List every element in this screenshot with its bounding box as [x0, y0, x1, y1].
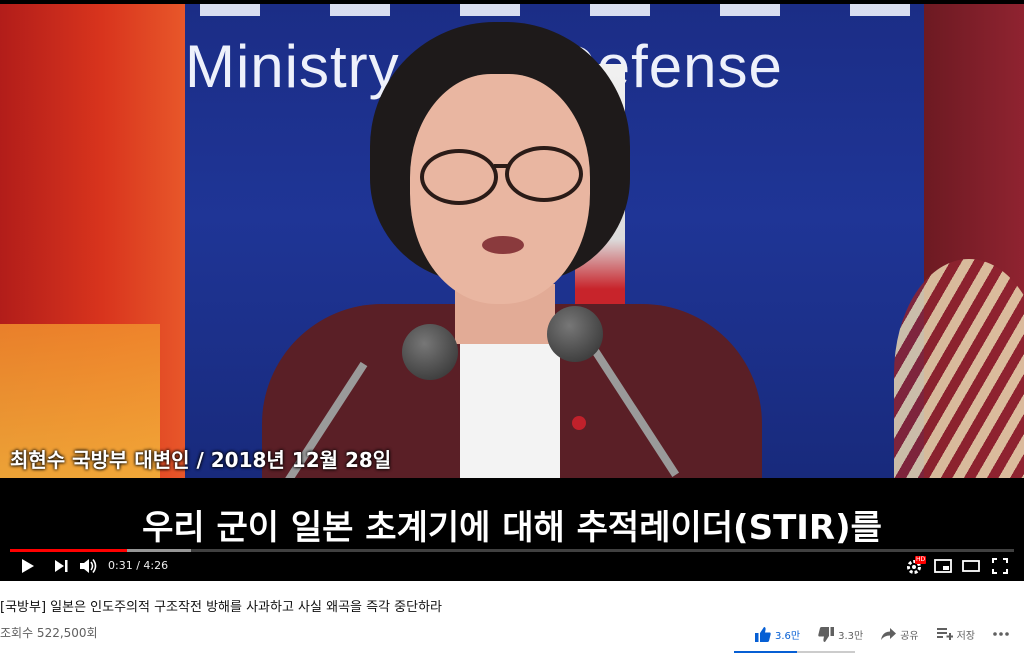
settings-button[interactable]: HD [905, 556, 927, 576]
video-title: [국방부] 일본은 인도주의적 구조작전 방해를 사과하고 사실 왜곡을 즉각 … [0, 600, 443, 615]
glasses-left-lens [420, 149, 498, 205]
right-flag-emblem [894, 259, 1024, 478]
dislike-button[interactable]: 3.3만 [809, 626, 872, 642]
view-count: 조회수 522,500회 [0, 626, 98, 640]
fullscreen-button[interactable] [990, 556, 1010, 576]
next-button[interactable] [52, 556, 70, 576]
time-display: 0:31 / 4:26 [108, 559, 169, 572]
miniplayer-icon [934, 559, 952, 573]
lapel-pin [572, 416, 586, 430]
playlist-add-icon [936, 628, 953, 640]
save-button[interactable]: 저장 [928, 627, 984, 642]
save-label: 저장 [956, 630, 975, 642]
speaker-caption: 최현수 국방부 대변인 / 2018년 12월 28일 [10, 448, 392, 472]
speaker-blouse [460, 344, 560, 478]
theater-mode-button[interactable] [961, 556, 981, 576]
glasses-right-lens [505, 146, 583, 202]
microphone-right [547, 306, 603, 362]
progress-played [10, 549, 127, 552]
subtitle-caption: 우리 군이 일본 초계기에 대해 추적레이더(STIR)를 [142, 508, 882, 548]
next-icon [54, 560, 67, 572]
like-button[interactable]: 3.6만 [746, 626, 809, 642]
dislike-count: 3.3만 [838, 630, 864, 642]
video-frame[interactable]: Ministry onal Defense 최현수 국방부 대변인 / 2018… [0, 4, 1024, 478]
hd-badge: HD [915, 556, 927, 564]
thumbs-down-icon [818, 626, 835, 642]
volume-icon [80, 559, 97, 573]
like-count: 3.6만 [774, 630, 801, 642]
video-player[interactable]: Ministry onal Defense 최현수 국방부 대변인 / 2018… [0, 0, 1024, 581]
theater-icon [962, 560, 980, 572]
share-button[interactable]: 공유 [872, 627, 927, 642]
action-bar: 3.6만 3.3만 공유 저장 [746, 624, 1018, 644]
share-icon [881, 628, 897, 640]
more-horizontal-icon [993, 632, 1009, 636]
miniplayer-button[interactable] [933, 556, 953, 576]
more-actions-button[interactable] [984, 632, 1018, 636]
microphone-left [402, 324, 458, 380]
glasses-bridge [494, 164, 508, 168]
sentiment-like-fill [734, 651, 797, 653]
fullscreen-icon [992, 558, 1008, 574]
share-label: 공유 [900, 630, 919, 642]
play-icon [22, 559, 34, 573]
thumbs-up-icon [754, 626, 771, 642]
speaker-mouth [482, 236, 524, 254]
volume-button[interactable] [79, 556, 99, 576]
play-button[interactable] [18, 556, 38, 576]
background-sign-top [200, 4, 960, 16]
